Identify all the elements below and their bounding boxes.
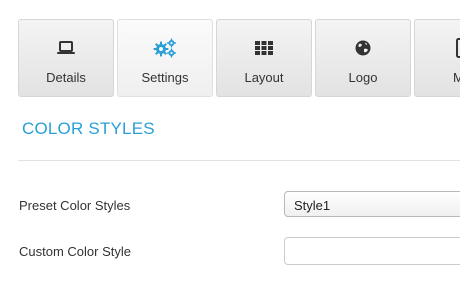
tab-mobile-label: Mo bbox=[452, 70, 460, 85]
tab-logo[interactable]: Logo bbox=[315, 19, 411, 97]
globe-icon bbox=[316, 38, 410, 58]
preset-color-styles-value: Style1 bbox=[294, 198, 331, 213]
tab-layout[interactable]: Layout bbox=[216, 19, 312, 97]
gears-icon bbox=[118, 38, 212, 58]
mobile-icon bbox=[415, 38, 460, 58]
tab-layout-label: Layout bbox=[244, 70, 284, 85]
settings-panel: Details Settings Layout Logo M COLOR STY… bbox=[0, 0, 460, 290]
tab-details-label: Details bbox=[46, 70, 86, 85]
laptop-icon bbox=[19, 38, 113, 58]
section-title: COLOR STYLES bbox=[22, 119, 155, 138]
grid-icon bbox=[217, 38, 311, 58]
custom-color-style-label: Custom Color Style bbox=[19, 244, 131, 259]
tab-settings[interactable]: Settings bbox=[117, 19, 213, 97]
tab-mobile[interactable]: Mo bbox=[414, 19, 460, 97]
tab-bar: Details Settings Layout Logo M bbox=[18, 19, 460, 99]
tab-details[interactable]: Details bbox=[18, 19, 114, 97]
custom-color-style-input[interactable] bbox=[284, 237, 460, 265]
tab-settings-label: Settings bbox=[141, 70, 189, 85]
tab-logo-label: Logo bbox=[348, 70, 378, 85]
preset-color-styles-label: Preset Color Styles bbox=[19, 198, 131, 213]
section-divider bbox=[18, 160, 460, 161]
preset-color-styles-select[interactable]: Style1 bbox=[284, 191, 460, 217]
